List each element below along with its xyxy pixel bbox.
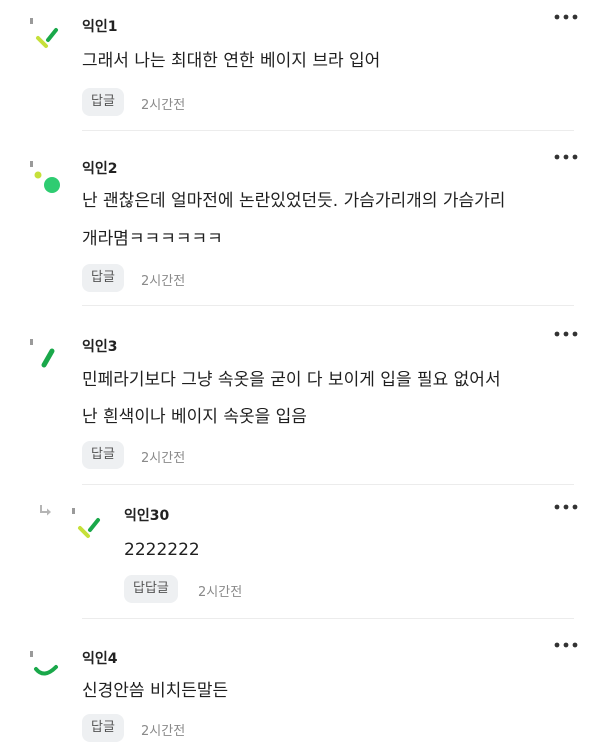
more-options-icon[interactable] <box>553 638 579 652</box>
comment-time: 2시간전 <box>198 585 243 600</box>
comment-time: 2시간전 <box>141 451 186 466</box>
more-options-icon[interactable] <box>553 327 579 341</box>
comment-time: 2시간전 <box>141 98 186 113</box>
divider <box>82 130 574 131</box>
comment-text-line: 신경안씀 비치든말든 <box>82 681 229 701</box>
abstract-green-sticks-icon <box>30 18 58 48</box>
reply-button[interactable]: 답글 <box>82 441 124 469</box>
avatar[interactable] <box>26 645 66 685</box>
comment-author: 익인30 <box>124 508 170 524</box>
divider <box>82 484 574 485</box>
comment-time: 2시간전 <box>141 274 186 289</box>
comment-text-line: 그래서 나는 최대한 연한 베이지 브라 입어 <box>82 51 381 71</box>
abstract-green-bar-icon <box>30 339 55 368</box>
abstract-green-circles-icon <box>30 161 60 193</box>
avatar[interactable] <box>26 155 66 195</box>
divider <box>82 305 574 306</box>
comment-author: 익인3 <box>82 339 118 355</box>
comment-text-line: 난 흰색이나 베이지 속옷을 입음 <box>82 407 307 427</box>
comment-text-line: 개라몀ㅋㅋㅋㅋㅋㅋ <box>82 229 223 249</box>
avatar[interactable] <box>26 333 66 373</box>
reply-arrow-icon <box>38 503 54 517</box>
avatar[interactable] <box>26 12 66 52</box>
comment-author: 익인1 <box>82 19 118 35</box>
reply-button[interactable]: 답글 <box>82 264 124 292</box>
abstract-green-sticks-icon <box>72 508 100 538</box>
comment-author: 익인4 <box>82 651 118 667</box>
abstract-green-arc-icon <box>30 651 58 676</box>
avatar[interactable] <box>68 502 108 542</box>
comment-text-line: 난 괜찮은데 얼마전에 논란있었던듯. 가슴가리개의 가슴가리 <box>82 191 506 211</box>
reply-button[interactable]: 답글 <box>82 714 124 742</box>
comment-time: 2시간전 <box>141 724 186 739</box>
more-options-icon[interactable] <box>553 10 579 24</box>
reply-button[interactable]: 답글 <box>82 88 124 116</box>
comment-author: 익인2 <box>82 161 118 177</box>
more-options-icon[interactable] <box>553 150 579 164</box>
more-options-icon[interactable] <box>553 500 579 514</box>
divider <box>82 618 574 619</box>
reply-button[interactable]: 답답글 <box>124 575 178 603</box>
comment-text-line: 2222222 <box>124 540 200 560</box>
comment-text-line: 민페라기보다 그냥 속옷을 굳이 다 보이게 입을 필요 없어서 <box>82 370 501 390</box>
